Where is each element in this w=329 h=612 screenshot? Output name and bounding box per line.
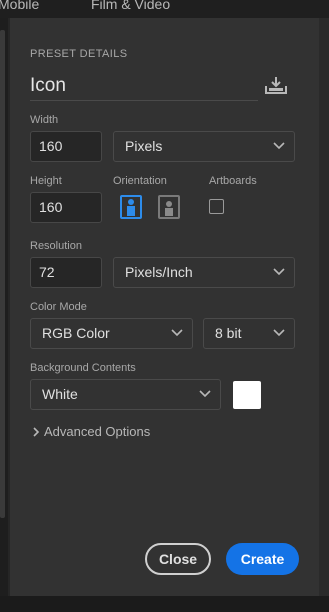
background-contents-select[interactable]: White (30, 379, 221, 410)
create-button[interactable]: Create (226, 543, 299, 575)
background-contents-label: Background Contents (30, 362, 136, 374)
advanced-options-toggle[interactable]: Advanced Options (44, 424, 150, 439)
color-mode-label: Color Mode (30, 301, 87, 313)
color-mode-select[interactable]: RGB Color (30, 318, 193, 349)
landscape-icon[interactable] (158, 195, 180, 219)
width-unit-value: Pixels (125, 138, 163, 154)
bottom-bar (0, 596, 329, 612)
tab-mobile[interactable]: Mobile (0, 0, 39, 12)
artboards-label: Artboards (209, 175, 257, 187)
close-button[interactable]: Close (145, 543, 211, 575)
preset-details-heading: PRESET DETAILS (30, 48, 128, 60)
resolution-unit-value: Pixels/Inch (125, 264, 193, 280)
background-color-swatch[interactable] (233, 381, 261, 409)
preset-name-input[interactable]: Icon (30, 75, 66, 97)
chevron-down-icon (273, 142, 285, 150)
save-preset-icon[interactable] (264, 76, 288, 96)
panel-edge (319, 18, 329, 596)
resolution-input[interactable]: 72 (30, 257, 102, 288)
width-input[interactable]: 160 (30, 131, 102, 162)
width-unit-select[interactable]: Pixels (113, 131, 295, 162)
height-input[interactable]: 160 (30, 192, 102, 223)
color-mode-value: RGB Color (42, 325, 110, 341)
background-contents-value: White (42, 386, 78, 402)
tab-film-video[interactable]: Film & Video (91, 0, 170, 12)
bit-depth-select[interactable]: 8 bit (203, 318, 295, 349)
portrait-icon[interactable] (120, 195, 142, 219)
chevron-down-icon (171, 329, 183, 337)
chevron-down-icon (199, 390, 211, 398)
width-label: Width (30, 114, 59, 126)
artboards-checkbox[interactable] (209, 199, 224, 214)
chevron-right-icon[interactable] (32, 427, 40, 437)
preset-category-tabs: Mobile Film & Video (0, 0, 329, 18)
chevron-down-icon (273, 268, 285, 276)
preset-name-underline (30, 100, 258, 101)
orientation-label: Orientation (113, 175, 167, 187)
resolution-unit-select[interactable]: Pixels/Inch (113, 257, 295, 288)
left-scrollbar[interactable] (0, 30, 5, 518)
bit-depth-value: 8 bit (215, 325, 242, 341)
chevron-down-icon (273, 329, 285, 337)
height-label: Height (30, 175, 62, 187)
resolution-label: Resolution (30, 240, 82, 252)
